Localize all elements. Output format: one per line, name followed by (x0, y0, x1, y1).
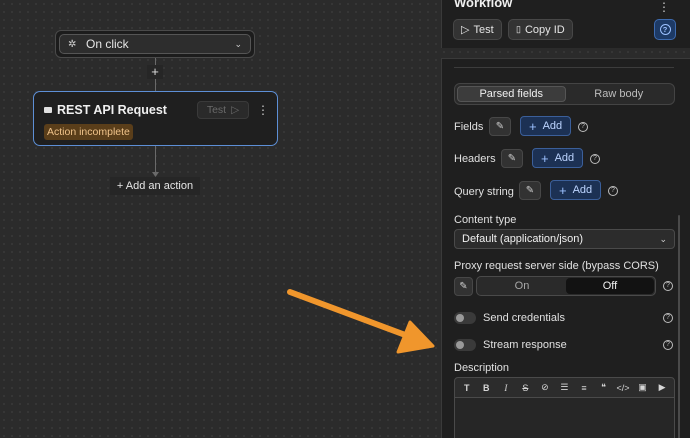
workflow-test-label: Test (473, 23, 494, 36)
proxy-label: Proxy request server side (bypass CORS) (454, 260, 659, 272)
scrollbar[interactable] (678, 215, 680, 438)
workflow-title: Workflow (454, 0, 513, 10)
trigger-node: ✲ On click ⌄ (55, 30, 255, 58)
pin-icon[interactable]: ✎ (519, 181, 541, 200)
body-mode-tabs: Parsed fields Raw body (454, 83, 675, 105)
proxy-on-option[interactable]: On (478, 278, 566, 294)
folder-icon (44, 107, 52, 113)
pin-icon[interactable]: ✎ (501, 149, 523, 168)
rest-api-action-node[interactable]: REST API Request Test ▷ ⋮ Action incompl… (33, 91, 278, 146)
help-button[interactable]: ? (654, 19, 676, 40)
play-icon: ▷ (231, 104, 240, 116)
plus-icon: + (529, 118, 537, 134)
connector-line (155, 146, 156, 174)
add-field-label: Add (542, 120, 563, 132)
stream-response-switch[interactable] (454, 339, 476, 351)
pin-icon[interactable]: ✎ (454, 277, 473, 296)
action-settings-panel: Parsed fields Raw body Fields ✎ + Add ? … (441, 58, 690, 438)
content-type-select[interactable]: Default (application/json) ⌄ (454, 229, 675, 249)
play-icon: ▷ (461, 24, 470, 36)
image-icon[interactable]: ▣ (635, 382, 651, 393)
add-header-button[interactable]: + Add (532, 148, 584, 168)
send-credentials-label: Send credentials (483, 312, 565, 324)
link-icon[interactable]: ⊘ (537, 382, 553, 393)
tab-raw-body[interactable]: Raw body (566, 86, 673, 102)
copy-id-label: Copy ID (524, 23, 565, 36)
kebab-menu-icon[interactable]: ⋮ (658, 0, 670, 14)
strikethrough-icon[interactable]: S (517, 383, 533, 393)
add-header-label: Add (554, 152, 575, 164)
headers-label: Headers (454, 153, 496, 165)
proxy-off-option[interactable]: Off (566, 278, 654, 294)
video-icon[interactable]: ▶ (654, 382, 670, 393)
code-icon[interactable]: </> (615, 383, 631, 393)
info-icon[interactable]: ? (590, 154, 600, 164)
pointer-click-icon: ✲ (68, 38, 77, 50)
stream-response-label: Stream response (483, 339, 567, 351)
content-type-label: Content type (454, 214, 517, 226)
add-query-button[interactable]: + Add (550, 180, 602, 200)
workflow-test-button[interactable]: ▷ Test (453, 19, 502, 40)
quote-icon[interactable]: ❝ (595, 382, 611, 393)
trigger-label: On click (86, 37, 129, 51)
italic-icon[interactable]: I (498, 383, 514, 393)
question-icon: ? (659, 24, 671, 35)
info-icon[interactable]: ? (663, 340, 673, 350)
send-credentials-switch[interactable] (454, 312, 476, 324)
action-test-button[interactable]: Test ▷ (197, 101, 249, 119)
tab-parsed-fields[interactable]: Parsed fields (457, 86, 566, 102)
bullet-list-icon[interactable]: ☰ (556, 382, 572, 393)
add-field-button[interactable]: + Add (520, 116, 572, 136)
info-icon[interactable]: ? (663, 313, 673, 323)
action-test-label: Test (206, 104, 227, 116)
add-query-label: Add (572, 184, 593, 196)
pin-icon[interactable]: ✎ (489, 117, 511, 136)
fields-label: Fields (454, 121, 484, 133)
proxy-toggle: On Off (476, 276, 656, 296)
kebab-menu-icon[interactable]: ⋮ (257, 103, 269, 117)
ordered-list-icon[interactable]: ≡ (576, 383, 592, 393)
info-icon[interactable]: ? (578, 122, 588, 132)
bold-icon[interactable]: B (478, 383, 494, 393)
workflow-panel-header: Workflow ⋮ ▷ Test ▯ Copy ID ? (441, 0, 690, 48)
status-badge: Action incomplete (44, 124, 133, 140)
chevron-down-icon: ⌄ (659, 233, 667, 244)
description-label: Description (454, 362, 510, 374)
clipboard-icon: ▯ (516, 24, 521, 34)
rich-text-toolbar: T B I S ⊘ ☰ ≡ ❝ </> ▣ ▶ (454, 377, 675, 398)
add-step-button[interactable]: + (147, 65, 163, 79)
plus-icon: + (559, 182, 567, 198)
action-title: REST API Request (57, 103, 167, 117)
text-style-icon[interactable]: T (459, 383, 475, 393)
divider (454, 67, 674, 68)
description-editor[interactable] (454, 398, 675, 438)
copy-id-button[interactable]: ▯ Copy ID (508, 19, 573, 40)
chevron-down-icon: ⌄ (234, 38, 242, 49)
query-string-label: Query string (454, 186, 514, 198)
trigger-select[interactable]: ✲ On click ⌄ (59, 34, 251, 54)
plus-icon: + (541, 150, 549, 166)
content-type-value: Default (application/json) (462, 233, 584, 245)
info-icon[interactable]: ? (663, 281, 673, 291)
add-action-button[interactable]: + Add an action (110, 177, 200, 195)
connector-line (155, 79, 156, 91)
info-icon[interactable]: ? (608, 186, 618, 196)
